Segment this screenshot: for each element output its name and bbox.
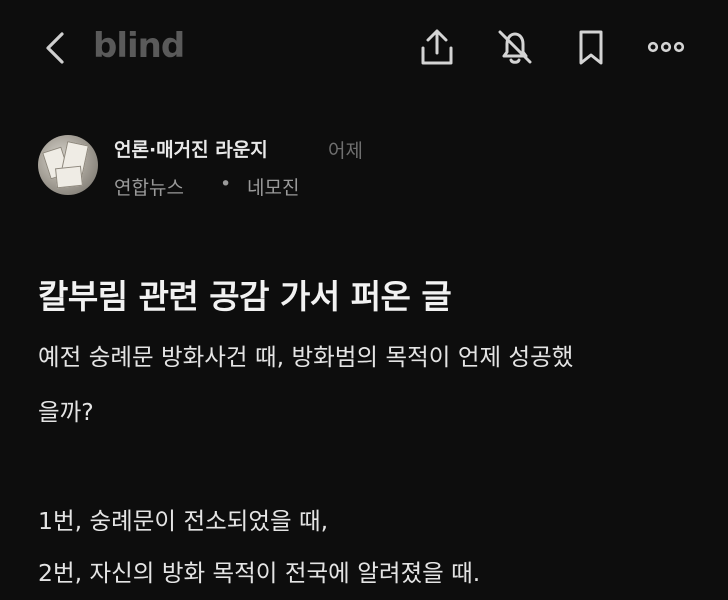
body-line: 예전 숭례문 방화사건 때, 방화범의 목적이 언제 성공했 xyxy=(38,343,574,371)
author-company[interactable]: 연합뉴스 xyxy=(114,173,184,200)
post-meta: 언론·매거진 라운지 어제 연합뉴스 • 네모진 xyxy=(38,133,698,203)
body-line: 을까? xyxy=(38,398,94,426)
notifications-off-icon[interactable] xyxy=(493,25,537,69)
author-nickname[interactable]: 네모진 xyxy=(247,173,299,200)
share-icon[interactable] xyxy=(415,25,459,69)
meta-separator: • xyxy=(220,173,232,195)
avatar[interactable] xyxy=(38,135,98,195)
blind-logo[interactable]: blind xyxy=(93,26,185,66)
body-line: 1번, 숭례문이 전소되었을 때, xyxy=(38,507,329,535)
top-bar: blind xyxy=(0,0,728,96)
channel-name[interactable]: 언론·매거진 라운지 xyxy=(114,135,268,162)
post-title: 칼부림 관련 공감 가서 퍼온 글 xyxy=(38,277,452,316)
post-time: 어제 xyxy=(328,140,363,162)
more-icon[interactable] xyxy=(644,25,688,69)
back-icon[interactable] xyxy=(40,28,72,68)
body-line: 2번, 자신의 방화 목적이 전국에 알려졌을 때. xyxy=(38,559,481,587)
bookmark-icon[interactable] xyxy=(569,25,613,69)
